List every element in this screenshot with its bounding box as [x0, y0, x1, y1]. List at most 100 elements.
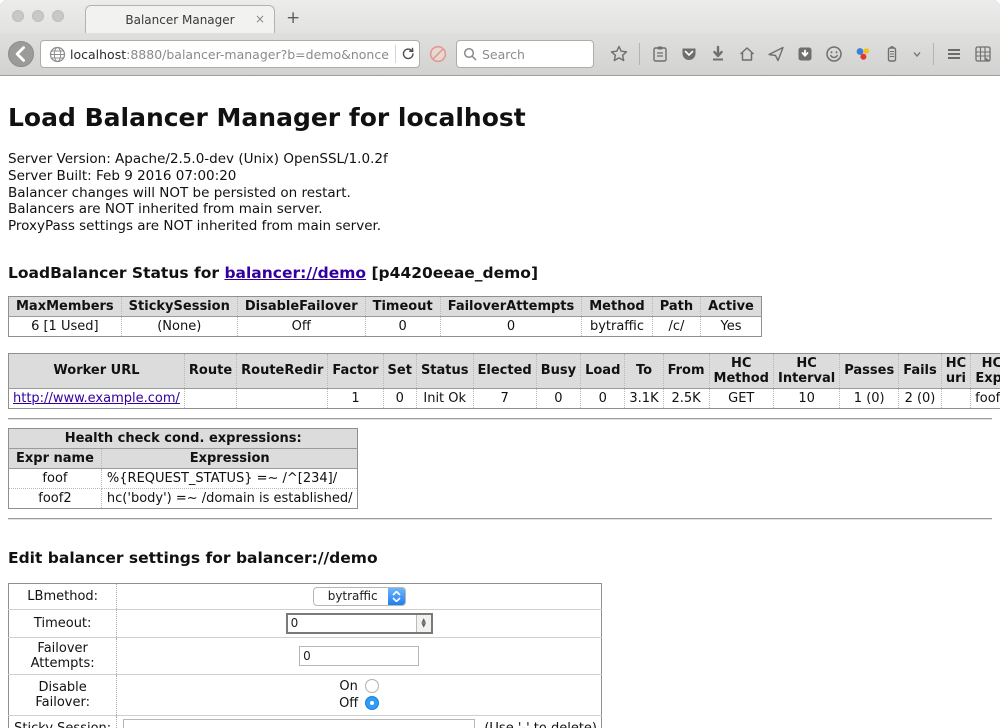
disable-failover-label: Disable Failover: [9, 674, 117, 715]
sticky-session-hint: (Use '-' to delete) [484, 721, 597, 728]
select-stepper-icon [388, 588, 405, 605]
tab-title: Balancer Manager [125, 13, 234, 27]
expr-name-foof: foof [9, 468, 102, 488]
val-hc-uri [941, 388, 970, 408]
lbmethod-row: LBmethod: bytraffic [9, 583, 602, 609]
globe-icon [49, 46, 66, 63]
search-bar[interactable] [456, 40, 594, 68]
val-elected: 7 [473, 388, 536, 408]
toolbar-divider-2 [933, 43, 934, 65]
timeout-input[interactable] [288, 615, 416, 632]
on-label: On [339, 679, 357, 694]
zoom-window-button[interactable] [52, 10, 64, 22]
val-status: Init Ok [416, 388, 473, 408]
failover-attempts-input[interactable] [299, 646, 419, 666]
close-window-button[interactable] [12, 10, 24, 22]
col-active: Active [701, 296, 762, 316]
back-button[interactable] [8, 41, 34, 67]
lbmethod-label: LBmethod: [9, 583, 117, 609]
health-table-row-foof: foof %{REQUEST_STATUS} =~ /^[234]/ [9, 468, 358, 488]
col-maxmembers: MaxMembers [9, 296, 122, 316]
col-disablefailover: DisableFailover [237, 296, 365, 316]
val-load: 0 [581, 388, 625, 408]
traffic-lights [12, 10, 64, 22]
expr-value-foof2: hc('body') =~ /domain is established/ [101, 488, 358, 508]
extension-download-icon[interactable] [796, 45, 814, 63]
search-input[interactable] [482, 47, 582, 62]
val-timeout: 0 [365, 316, 440, 336]
url-bar[interactable]: localhost:8880/balancer-manager?b=demo&n… [40, 40, 420, 68]
reading-list-icon[interactable] [651, 45, 669, 63]
val-to: 3.1K [625, 388, 663, 408]
feedback-smiley-icon[interactable] [825, 45, 843, 63]
send-icon[interactable] [767, 45, 785, 63]
worker-url-link[interactable]: http://www.example.com/ [13, 391, 180, 406]
lbmethod-selected-value: bytraffic [314, 588, 388, 605]
col-busy: Busy [536, 353, 580, 388]
bookmark-star-icon[interactable] [610, 45, 628, 63]
val-routeredir [237, 388, 328, 408]
balancer-status-table: MaxMembers StickySession DisableFailover… [8, 296, 762, 337]
downloadhelper-icon[interactable] [854, 45, 872, 63]
balancer-table-header-row: MaxMembers StickySession DisableFailover… [9, 296, 762, 316]
col-expr-name: Expr name [9, 448, 102, 468]
menu-icon[interactable] [945, 45, 963, 63]
balancer-demo-link[interactable]: balancer://demo [224, 264, 366, 282]
col-to: To [625, 353, 663, 388]
val-set: 0 [383, 388, 416, 408]
grid-icon[interactable] [974, 45, 992, 63]
proxypass-notice-line: ProxyPass settings are NOT inherited fro… [8, 218, 992, 235]
val-active: Yes [701, 316, 762, 336]
nav-toolbar: localhost:8880/balancer-manager?b=demo&n… [0, 33, 1000, 76]
col-method: Method [582, 296, 652, 316]
inherit-notice-line: Balancers are NOT inherited from main se… [8, 201, 992, 218]
val-passes: 1 (0) [840, 388, 899, 408]
home-icon[interactable] [738, 45, 756, 63]
page-title: Load Balancer Manager for localhost [8, 76, 992, 132]
tab-balancer-manager[interactable]: Balancer Manager × [85, 5, 275, 33]
disable-failover-row: Disable Failover: On Off [9, 674, 602, 715]
battery-icon[interactable] [883, 45, 901, 63]
dropdown-caret-icon[interactable] [912, 49, 922, 59]
health-table-title: Health check cond. expressions: [9, 428, 358, 448]
server-built-line: Server Built: Feb 9 2016 07:00:20 [8, 168, 992, 185]
col-elected: Elected [473, 353, 536, 388]
expr-value-foof: %{REQUEST_STATUS} =~ /^[234]/ [101, 468, 358, 488]
url-text[interactable]: localhost:8880/balancer-manager?b=demo&n… [70, 47, 390, 62]
failover-on-option: On [121, 678, 597, 695]
number-spinner-icon[interactable]: ▲▼ [416, 615, 431, 632]
loadbalancer-status-heading: LoadBalancer Status for balancer://demo … [8, 264, 992, 282]
sticky-session-row: Sticky Session: (Use '-' to delete) [9, 715, 602, 728]
val-stickysession: (None) [121, 316, 237, 336]
val-route [184, 388, 236, 408]
divider-1 [8, 418, 992, 420]
health-check-table: Health check cond. expressions: Expr nam… [8, 428, 358, 509]
sticky-session-input[interactable] [123, 719, 475, 728]
lbmethod-select[interactable]: bytraffic [313, 587, 406, 606]
failover-off-radio[interactable] [365, 696, 379, 710]
val-maxmembers: 6 [1 Used] [9, 316, 122, 336]
minimize-window-button[interactable] [32, 10, 44, 22]
val-hc-method: GET [709, 388, 773, 408]
status-heading-prefix: LoadBalancer Status for [8, 264, 224, 282]
col-expression: Expression [101, 448, 358, 468]
col-stickysession: StickySession [121, 296, 237, 316]
page-content: Load Balancer Manager for localhost Serv… [0, 76, 1000, 728]
failover-on-radio[interactable] [365, 679, 379, 693]
val-failoverattempts: 0 [440, 316, 582, 336]
val-fails: 2 (0) [899, 388, 942, 408]
status-heading-suffix: [p4420eeae_demo] [366, 264, 538, 282]
divider-2 [8, 518, 992, 520]
col-timeout: Timeout [365, 296, 440, 316]
reload-icon[interactable] [401, 45, 415, 63]
col-route: Route [184, 353, 236, 388]
back-icon [12, 45, 30, 63]
tab-close-icon[interactable]: × [255, 12, 265, 26]
download-icon[interactable] [709, 45, 727, 63]
new-tab-button[interactable]: + [286, 8, 300, 28]
col-hc-expr: HC Expr [971, 353, 1000, 388]
sticky-session-label: Sticky Session: [9, 715, 117, 728]
val-disablefailover: Off [237, 316, 365, 336]
pocket-icon[interactable] [680, 45, 698, 63]
blocked-icon[interactable] [429, 45, 447, 63]
